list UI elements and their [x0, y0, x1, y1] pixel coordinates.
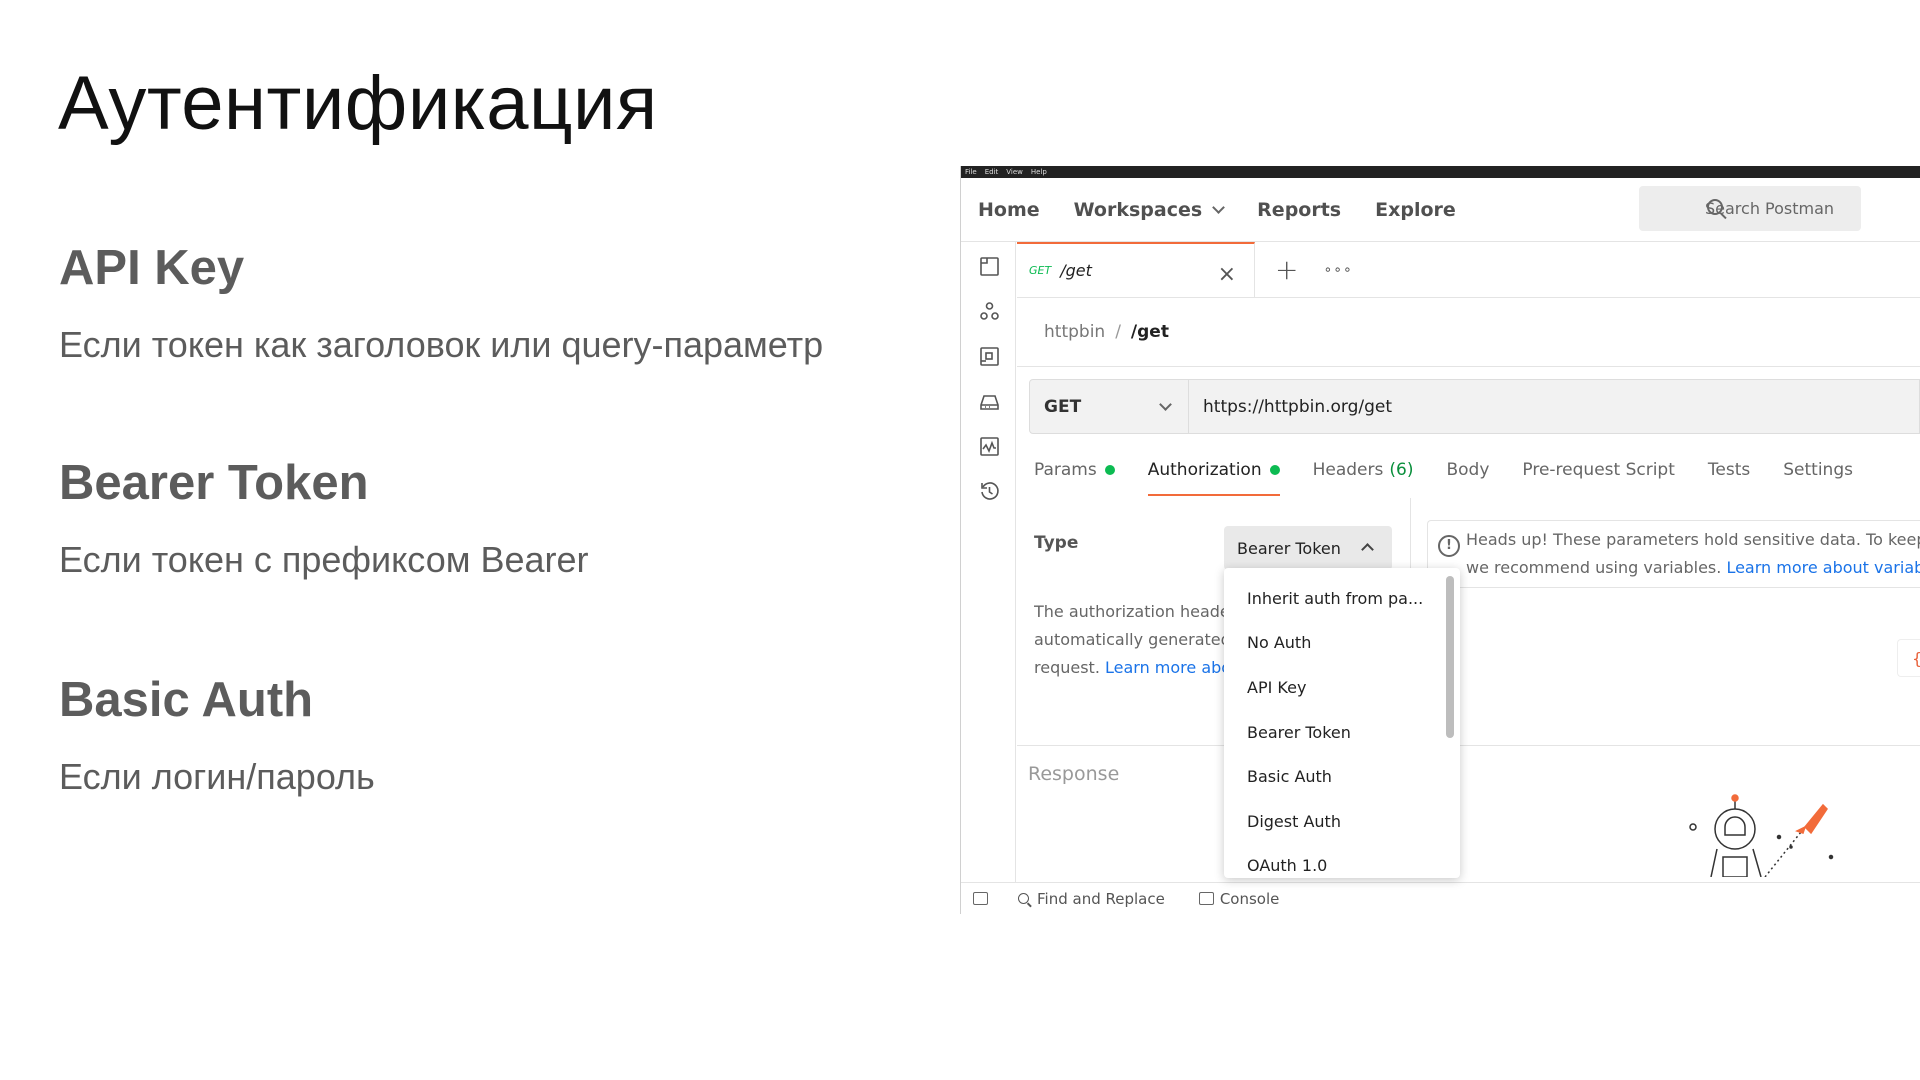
- auth-type-select[interactable]: Bearer Token: [1224, 526, 1392, 570]
- monitors-icon[interactable]: [979, 436, 1000, 456]
- status-dot: [1104, 465, 1115, 475]
- auth-description: The authorization heade automatically ge…: [1034, 598, 1229, 682]
- close-icon[interactable]: ×: [1218, 262, 1236, 287]
- breadcrumb: httpbin / /get: [1017, 298, 1920, 367]
- sidebar-toggle-icon[interactable]: [973, 892, 988, 905]
- token-input[interactable]: {{token}}: [1897, 639, 1920, 677]
- dropdown-option[interactable]: Basic Auth: [1224, 754, 1460, 799]
- mock-servers-icon[interactable]: [979, 391, 1000, 411]
- sensitive-data-warning: ! Heads up! These parameters hold sensit…: [1427, 520, 1920, 588]
- type-label: Type: [1034, 533, 1079, 553]
- console-label: Console: [1219, 889, 1280, 908]
- section-api-key: API Key Если токен как заголовок или que…: [59, 240, 823, 366]
- search-icon: [1707, 199, 1723, 215]
- auth-desc-line: automatically generated: [1034, 630, 1229, 649]
- tab-method: GET: [1029, 264, 1052, 277]
- main-panel: GET /get × + ∘∘∘ httpbin / /get GET http…: [1017, 241, 1920, 882]
- section-text: Если токен как заголовок или query-парам…: [59, 324, 824, 365]
- tab-params-label: Params: [1034, 460, 1097, 480]
- breadcrumb-current: /get: [1130, 322, 1169, 342]
- nav-workspaces[interactable]: Workspaces: [1073, 198, 1226, 221]
- tab-settings[interactable]: Settings: [1783, 450, 1853, 490]
- url-input[interactable]: https://httpbin.org/get: [1189, 379, 1920, 434]
- tab-prerequest-script[interactable]: Pre-request Script: [1522, 450, 1675, 490]
- dropdown-option[interactable]: API Key: [1224, 665, 1460, 710]
- top-nav: Home Workspaces Reports Explore Search P…: [961, 178, 1920, 242]
- menu-edit[interactable]: Edit: [985, 168, 999, 176]
- console-button[interactable]: Console: [1198, 889, 1280, 908]
- new-tab-button[interactable]: +: [1275, 253, 1298, 286]
- request-tabs: Params Authorization Headers (6) Body Pr…: [1034, 450, 1886, 496]
- auth-type-value: Bearer Token: [1237, 538, 1341, 558]
- authorization-panel: Type Bearer Token The authorization head…: [1017, 498, 1920, 746]
- menu-help[interactable]: Help: [1031, 168, 1047, 176]
- chevron-up-icon: [1361, 543, 1374, 556]
- section-text: Если токен с префиксом Bearer: [59, 539, 589, 580]
- tab-body[interactable]: Body: [1446, 450, 1489, 490]
- section-bearer-token: Bearer Token Если токен с префиксом Bear…: [59, 455, 589, 581]
- environments-icon[interactable]: [979, 346, 1000, 366]
- warning-prefix: we recommend using variables.: [1466, 558, 1722, 577]
- status-bar: Find and Replace Console: [961, 882, 1920, 914]
- tab-headers[interactable]: Headers (6): [1313, 450, 1414, 490]
- more-icon[interactable]: ∘∘∘: [1323, 262, 1352, 278]
- section-text: Если логин/пароль: [59, 756, 375, 797]
- tab-authorization-label: Authorization: [1147, 460, 1262, 480]
- method-select[interactable]: GET: [1029, 379, 1189, 434]
- breadcrumb-parent[interactable]: httpbin: [1044, 322, 1105, 342]
- status-dot: [1269, 465, 1280, 475]
- menu-bar: File Edit View Help: [961, 166, 1920, 178]
- learn-more-link[interactable]: Learn more abo: [1105, 658, 1229, 677]
- tab-tests[interactable]: Tests: [1708, 450, 1750, 490]
- dropdown-option[interactable]: Bearer Token: [1224, 710, 1460, 755]
- dropdown-option[interactable]: No Auth: [1224, 621, 1460, 666]
- search-input[interactable]: Search Postman: [1639, 186, 1861, 231]
- auth-desc-prefix: request.: [1034, 658, 1100, 677]
- response-title: Response: [1028, 763, 1120, 785]
- collections-icon[interactable]: [979, 256, 1000, 276]
- tab-bar: GET /get × + ∘∘∘: [1017, 241, 1920, 298]
- sidebar: [961, 242, 1016, 882]
- section-heading: Basic Auth: [59, 673, 314, 727]
- info-icon: !: [1438, 535, 1460, 557]
- dropdown-scrollbar[interactable]: [1446, 576, 1454, 738]
- menu-view[interactable]: View: [1006, 168, 1023, 176]
- breadcrumb-separator: /: [1115, 322, 1121, 342]
- apis-icon[interactable]: [979, 301, 1000, 321]
- nav-workspaces-label: Workspaces: [1073, 198, 1203, 221]
- chevron-down-icon: [1159, 398, 1172, 411]
- section-heading: Bearer Token: [59, 456, 369, 510]
- nav-explore[interactable]: Explore: [1375, 199, 1456, 221]
- find-replace-label: Find and Replace: [1037, 889, 1165, 908]
- menu-file[interactable]: File: [965, 168, 977, 176]
- request-tab[interactable]: GET /get ×: [1017, 241, 1255, 298]
- headers-count: (6): [1389, 460, 1414, 480]
- method-value: GET: [1044, 396, 1082, 417]
- section-basic-auth: Basic Auth Если логин/пароль: [59, 672, 375, 798]
- auth-desc-line: The authorization heade: [1034, 602, 1229, 621]
- find-replace-button[interactable]: Find and Replace: [1018, 890, 1165, 908]
- url-row: GET https://httpbin.org/get: [1029, 379, 1920, 434]
- history-icon[interactable]: [979, 481, 1000, 501]
- dropdown-option[interactable]: Digest Auth: [1224, 799, 1460, 844]
- learn-more-variables-link[interactable]: Learn more about variabl: [1726, 558, 1920, 577]
- nav-reports[interactable]: Reports: [1257, 199, 1341, 221]
- astronaut-rocket-illustration: [1689, 794, 1834, 877]
- auth-type-dropdown: Inherit auth from pa... No Auth API Key …: [1224, 568, 1460, 878]
- tab-authorization[interactable]: Authorization: [1147, 450, 1280, 496]
- tab-path: /get: [1060, 261, 1092, 280]
- dropdown-option[interactable]: OAuth 1.0: [1224, 844, 1460, 878]
- tab-params[interactable]: Params: [1034, 450, 1115, 490]
- section-heading: API Key: [59, 241, 245, 295]
- slide-title: Аутентификация: [58, 61, 658, 146]
- warning-line: Heads up! These parameters hold sensitiv…: [1466, 530, 1920, 549]
- warning-line: we recommend using variables. Learn more…: [1466, 554, 1920, 582]
- auth-desc-line: request. Learn more abo: [1034, 654, 1229, 682]
- nav-home[interactable]: Home: [978, 199, 1040, 221]
- console-icon: [1198, 892, 1214, 905]
- search-icon: [1018, 893, 1029, 904]
- chevron-down-icon: [1212, 200, 1226, 214]
- dropdown-option[interactable]: Inherit auth from pa...: [1224, 576, 1460, 621]
- tab-headers-label: Headers: [1312, 460, 1384, 480]
